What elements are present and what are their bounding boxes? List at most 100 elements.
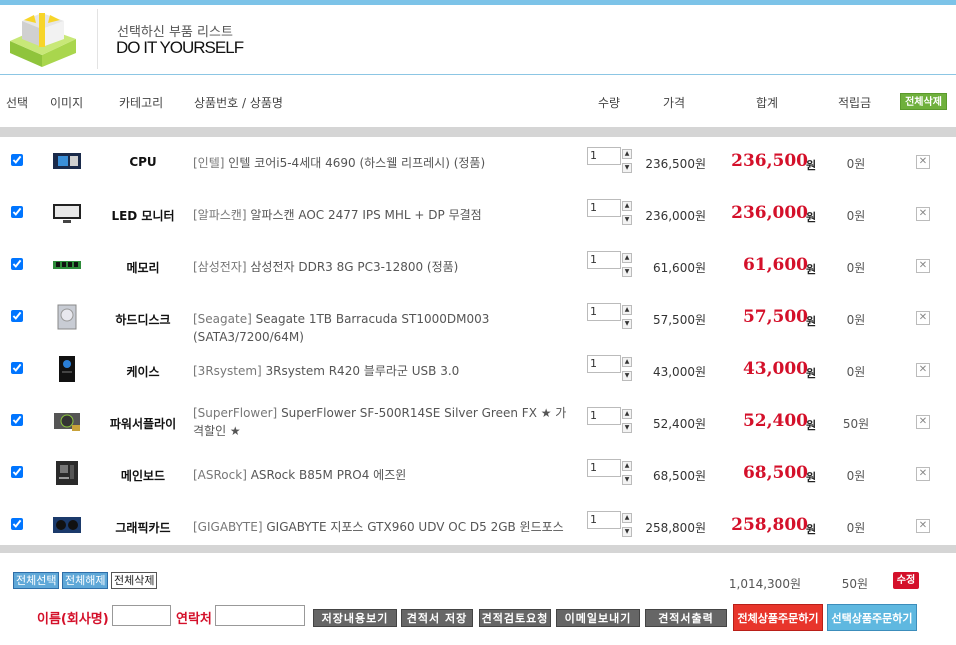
row-category: 메인보드 [120, 469, 166, 483]
print-quote-button[interactable]: 견적서출력 [645, 609, 727, 627]
row-price: 61,600원 [652, 261, 706, 275]
order-all-button[interactable]: 전체상품주문하기 [733, 604, 823, 631]
table-row: 파워서플라이 [SuperFlower] SuperFlower SF-500R… [0, 401, 956, 453]
row-select-checkbox[interactable] [11, 518, 23, 530]
row-total-unit: 원 [806, 471, 817, 484]
row-total-unit: 원 [806, 159, 817, 172]
row-select-checkbox[interactable] [11, 362, 23, 374]
select-all-button[interactable]: 전체선택 [13, 572, 60, 589]
deselect-all-button[interactable]: 전체해제 [62, 572, 109, 589]
row-points: 0원 [846, 469, 866, 483]
gpu-icon [53, 517, 81, 533]
table-row: 케이스 [3Rsystem] 3Rsystem R420 블루라군 USB 3.… [0, 349, 956, 401]
delete-all-button[interactable]: 전체삭제 [111, 572, 158, 589]
remove-row-icon[interactable]: ✕ [916, 207, 930, 221]
row-total: 236,000 [731, 203, 808, 223]
col-image: 이미지 [50, 96, 84, 110]
row-points: 0원 [846, 157, 866, 171]
row-select-checkbox[interactable] [11, 414, 23, 426]
row-product-name[interactable]: [삼성전자] 삼성전자 DDR3 8G PC3-12800 (정품) [193, 258, 573, 276]
column-header-row: 선택 이미지 카테고리 상품번호 / 상품명 수량 가격 합계 적립금 [0, 76, 956, 126]
row-total: 68,500 [742, 463, 808, 483]
row-category: 파워서플라이 [109, 417, 177, 431]
row-brand: [알파스캔] [193, 208, 247, 222]
quantity-input[interactable]: 1 [587, 511, 621, 529]
row-total-unit: 원 [806, 367, 817, 380]
row-price: 68,500원 [652, 469, 706, 483]
row-points: 50원 [842, 417, 870, 431]
row-select-checkbox[interactable] [11, 258, 23, 270]
remove-row-icon[interactable]: ✕ [916, 363, 930, 377]
monitor-icon [53, 204, 81, 223]
row-category: LED 모니터 [111, 209, 175, 223]
quantity-input[interactable]: 1 [587, 407, 621, 425]
table-row: 하드디스크 [Seagate] Seagate 1TB Barracuda ST… [0, 297, 956, 349]
row-product-name[interactable]: [인텔] 인텔 코어i5-4세대 4690 (하스웰 리프레시) (정품) [193, 154, 573, 172]
row-brand: [GIGABYTE] [193, 520, 263, 534]
table-row: CPU [인텔] 인텔 코어i5-4세대 4690 (하스웰 리프레시) (정품… [0, 141, 956, 193]
quantity-input[interactable]: 1 [587, 303, 621, 321]
quantity-input[interactable]: 1 [587, 251, 621, 269]
remove-row-icon[interactable]: ✕ [916, 311, 930, 325]
row-product-name[interactable]: [알파스캔] 알파스캔 AOC 2477 IPS MHL + DP 무결점 [193, 206, 573, 224]
table-row: LED 모니터 [알파스캔] 알파스캔 AOC 2477 IPS MHL + D… [0, 193, 956, 245]
row-total-unit: 원 [806, 523, 817, 536]
row-product-name[interactable]: [SuperFlower] SuperFlower SF-500R14SE Si… [193, 404, 573, 440]
row-product-name[interactable]: [Seagate] Seagate 1TB Barracuda ST1000DM… [193, 310, 573, 346]
quantity-input[interactable]: 1 [587, 355, 621, 373]
remove-row-icon[interactable]: ✕ [916, 519, 930, 533]
row-price: 52,400원 [652, 417, 706, 431]
row-brand: [삼성전자] [193, 260, 247, 274]
row-product-name[interactable]: [3Rsystem] 3Rsystem R420 블루라군 USB 3.0 [193, 362, 573, 380]
row-product-name[interactable]: [GIGABYTE] GIGABYTE 지포스 GTX960 UDV OC D5… [193, 518, 573, 536]
page-title: DO IT YOURSELF [116, 38, 244, 57]
save-quote-button[interactable]: 견적서 저장 [401, 609, 473, 627]
row-select-checkbox[interactable] [11, 154, 23, 166]
case-icon [59, 356, 75, 382]
contact-field[interactable] [215, 605, 305, 626]
row-brand: [인텔] [193, 156, 225, 170]
row-select-checkbox[interactable] [11, 206, 23, 218]
col-select: 선택 [6, 96, 29, 110]
row-points: 0원 [846, 365, 866, 379]
cart-page: 선택하신 부품 리스트 DO IT YOURSELF 선택 이미지 카테고리 상… [0, 0, 956, 645]
col-price: 가격 [663, 96, 686, 110]
send-email-button[interactable]: 이메일보내기 [556, 609, 640, 627]
quantity-input[interactable]: 1 [587, 459, 621, 477]
cpu-icon [53, 153, 81, 169]
row-select-checkbox[interactable] [11, 310, 23, 322]
remove-row-icon[interactable]: ✕ [916, 415, 930, 429]
row-name: 3Rsystem R420 블루라군 USB 3.0 [265, 364, 460, 378]
row-total-unit: 원 [806, 211, 817, 224]
quantity-input[interactable]: 1 [587, 147, 621, 165]
order-selected-button[interactable]: 선택상품주문하기 [827, 604, 917, 631]
row-total: 258,800 [731, 515, 808, 535]
view-saved-button[interactable]: 저장내용보기 [313, 609, 397, 627]
edit-button[interactable]: 수정 [893, 572, 919, 589]
col-category: 카테고리 [119, 96, 164, 110]
row-points: 0원 [846, 209, 866, 223]
col-qty: 수량 [598, 96, 621, 110]
remove-row-icon[interactable]: ✕ [916, 259, 930, 273]
mainboard-icon [56, 461, 78, 485]
name-field[interactable] [112, 605, 171, 626]
row-brand: [ASRock] [193, 468, 247, 482]
row-total: 43,000 [742, 359, 808, 379]
grand-total: 1,014,300원 [728, 577, 801, 591]
psu-icon [54, 413, 80, 431]
row-select-checkbox[interactable] [11, 466, 23, 478]
table-row: 메모리 [삼성전자] 삼성전자 DDR3 8G PC3-12800 (정품) 1… [0, 245, 956, 297]
row-product-name[interactable]: [ASRock] ASRock B85M PRO4 에즈윈 [193, 466, 573, 484]
row-brand: [SuperFlower] [193, 406, 278, 420]
col-points: 적립금 [838, 96, 872, 110]
table-top-separator [0, 127, 956, 137]
quantity-input[interactable]: 1 [587, 199, 621, 217]
row-points: 0원 [846, 521, 866, 535]
remove-row-icon[interactable]: ✕ [916, 155, 930, 169]
request-review-button[interactable]: 견적검토요청 [479, 609, 551, 627]
row-points: 0원 [846, 313, 866, 327]
col-total: 합계 [756, 96, 779, 110]
delete-all-top-button[interactable]: 전체삭제 [900, 93, 947, 110]
remove-row-icon[interactable]: ✕ [916, 467, 930, 481]
row-name: 인텔 코어i5-4세대 4690 (하스웰 리프레시) (정품) [228, 156, 486, 170]
